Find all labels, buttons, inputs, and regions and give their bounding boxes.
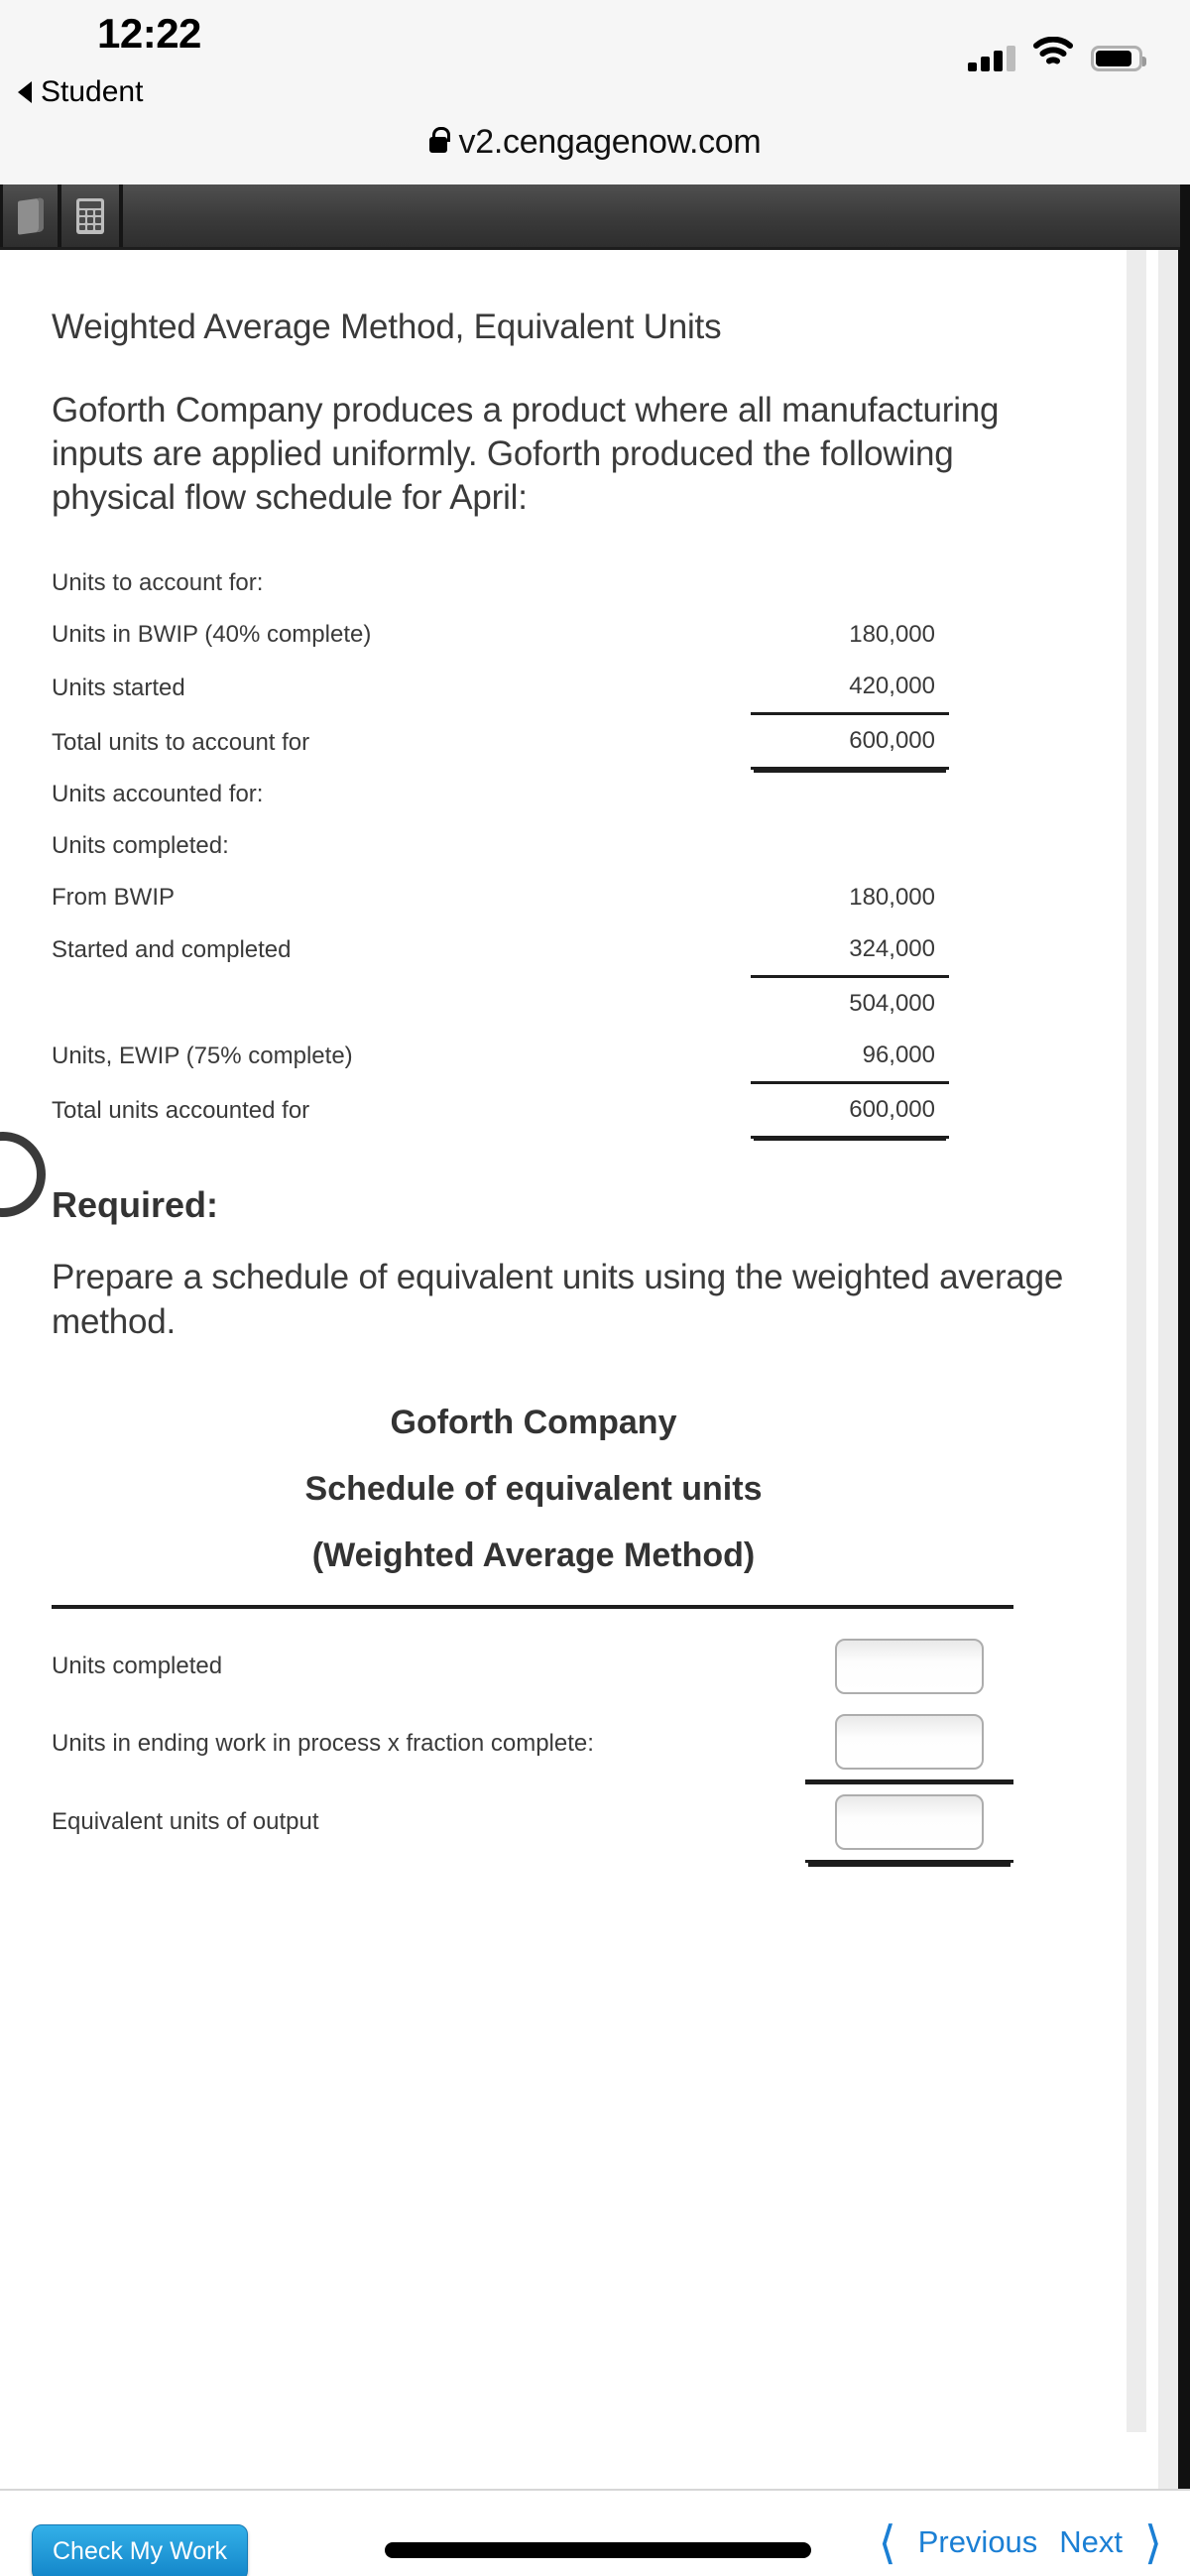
table-row: 504,000: [52, 976, 949, 1030]
signal-bars-icon: [968, 46, 1015, 71]
table-row: Total units accounted for 600,000: [52, 1082, 949, 1139]
calculator-icon: [76, 197, 104, 234]
flow-row-value: 180,000: [849, 621, 935, 649]
answer-input-cell: [805, 1629, 1013, 1704]
answer-title-schedule: Schedule of equivalent units: [304, 1470, 763, 1509]
url-text: v2.cengagenow.com: [458, 122, 762, 161]
table-row: Units started 420,000: [52, 661, 949, 716]
cengage-app-toolbar: [0, 184, 1180, 250]
table-row: Units, EWIP (75% complete) 96,000: [52, 1029, 949, 1084]
answer-row-label: Units in ending work in process x fracti…: [52, 1729, 594, 1757]
problem-statement: Goforth Company produces a product where…: [52, 391, 1000, 518]
answer-row: Equivalent units of output: [52, 1781, 1013, 1864]
table-row: Total units to account for 600,000: [52, 713, 949, 771]
flow-row-label: Started and completed: [52, 936, 292, 964]
answer-input-cell: [805, 1704, 1013, 1785]
table-row: From BWIP 180,000: [52, 872, 949, 923]
table-row: Units completed:: [52, 820, 949, 872]
browser-url-bar[interactable]: v2.cengagenow.com: [0, 111, 1190, 173]
flow-row-label: Units started: [52, 674, 185, 701]
flow-row-value: [751, 769, 949, 820]
required-instruction: Prepare a schedule of equivalent units u…: [52, 1257, 1064, 1341]
answer-row-label: Equivalent units of output: [52, 1807, 319, 1835]
status-bar-clock: 12:22: [97, 10, 201, 57]
flow-row-label: Units in BWIP (40% complete): [52, 621, 372, 649]
flow-row-value: 324,000: [751, 922, 949, 978]
flow-row-label: From BWIP: [52, 883, 175, 911]
back-triangle-icon: [18, 81, 32, 103]
check-my-work-button[interactable]: Check My Work: [32, 2524, 248, 2576]
table-row: Units accounted for:: [52, 769, 949, 820]
required-heading: Required:: [52, 1183, 219, 1225]
status-bar-icons: [968, 36, 1146, 71]
answer-row: Units completed: [52, 1629, 1013, 1704]
battery-icon: [1091, 46, 1146, 71]
flow-row-value: [751, 557, 949, 609]
flow-row-value: 504,000: [849, 989, 935, 1017]
lock-icon: [428, 127, 450, 153]
answer-title-method: (Weighted Average Method): [311, 1536, 756, 1575]
back-to-student-app-link[interactable]: Student: [18, 75, 143, 109]
answer-input-3[interactable]: [835, 1794, 984, 1851]
answer-schedule: Goforth Company Schedule of equivalent u…: [52, 1390, 1107, 1864]
flow-row-label: Total units to account for: [52, 728, 310, 756]
flow-row-value: 96,000: [751, 1029, 949, 1084]
chevron-left-icon[interactable]: ⟨: [879, 2519, 896, 2565]
flow-row-value: 180,000: [849, 883, 935, 911]
page-title: Weighted Average Method, Equivalent Unit…: [52, 307, 722, 346]
answer-title-company: Goforth Company: [390, 1404, 677, 1442]
flow-row-value: 600,000: [751, 713, 949, 771]
page-navigation: ⟨ Previous Next ⟩: [879, 2519, 1162, 2565]
answer-table-body: Units completed Units in ending work in p…: [52, 1605, 1013, 1864]
page-surface: Weighted Average Method, Equivalent Unit…: [0, 184, 1180, 2489]
table-row: Units to account for:: [52, 557, 949, 609]
wifi-icon: [1033, 36, 1073, 71]
physical-flow-schedule-table: Units to account for: Units in BWIP (40% …: [52, 557, 949, 1139]
flow-row-label: Units accounted for:: [52, 780, 264, 807]
calculator-button[interactable]: [61, 184, 123, 247]
flow-schedule-body: Units to account for: Units in BWIP (40% …: [52, 557, 949, 1139]
problem-content: Weighted Average Method, Equivalent Unit…: [0, 250, 1158, 1864]
answer-input-1[interactable]: [835, 1639, 984, 1695]
flow-row-label: [52, 976, 751, 1030]
answer-input-2[interactable]: [835, 1714, 984, 1771]
table-row: Units in BWIP (40% complete) 180,000: [52, 609, 949, 661]
flow-row-label: Units completed:: [52, 831, 229, 859]
flow-row-label: Units to account for:: [52, 569, 264, 597]
flow-row-value: 420,000: [751, 661, 949, 716]
home-indicator: [385, 2542, 811, 2558]
answer-input-cell: [805, 1781, 1013, 1864]
bottom-action-bar: Check My Work ⟨ Previous Next ⟩: [0, 2489, 1190, 2576]
flow-row-label: Units, EWIP (75% complete): [52, 1043, 353, 1070]
ebook-icon: [17, 196, 44, 235]
phone-screen: 12:22 Student v2.cengagenow.com Weighted…: [0, 0, 1190, 2576]
back-to-app-label: Student: [41, 75, 144, 108]
answer-row: Units in ending work in process x fracti…: [52, 1704, 1013, 1785]
previous-button[interactable]: Previous: [918, 2524, 1038, 2560]
table-row: Started and completed 324,000: [52, 922, 949, 978]
viewport-right-edge: [1178, 184, 1190, 2489]
browser-viewport: Weighted Average Method, Equivalent Unit…: [0, 184, 1190, 2489]
flow-row-label: Total units accounted for: [52, 1097, 310, 1125]
flow-row-value: 600,000: [751, 1082, 949, 1139]
next-button[interactable]: Next: [1059, 2524, 1123, 2560]
chevron-right-icon[interactable]: ⟩: [1144, 2519, 1162, 2565]
answer-row-label: Units completed: [52, 1653, 223, 1680]
answer-table-top-rule: [52, 1605, 1013, 1630]
ios-status-bar: 12:22: [0, 0, 1190, 99]
equivalent-units-answer-table: Units completed Units in ending work in p…: [52, 1605, 1013, 1864]
ebook-button[interactable]: [0, 184, 61, 247]
flow-row-value: [751, 820, 949, 872]
